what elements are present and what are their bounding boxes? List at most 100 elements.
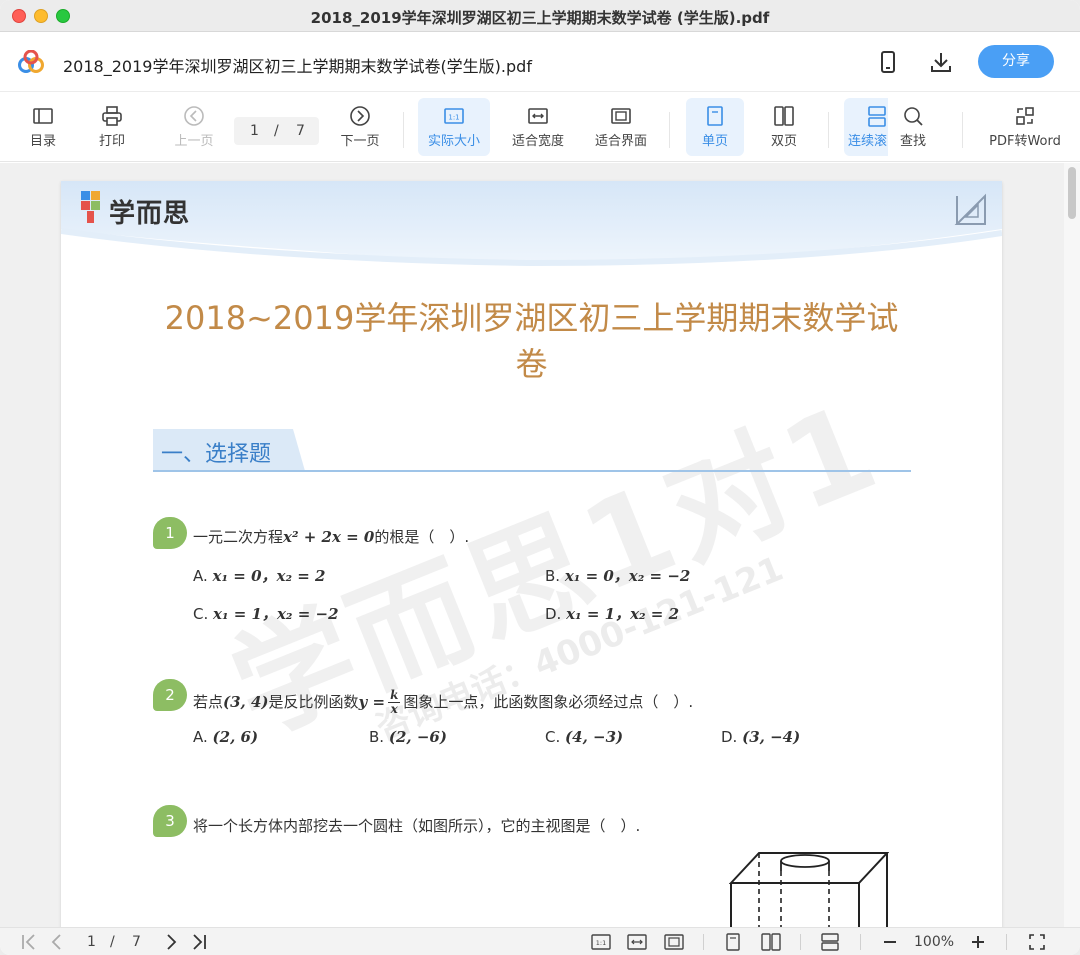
page-separator: / [274,123,279,139]
q2-option-a: A. (2, 6) [193,728,258,746]
prev-page-label: 上一页 [174,134,214,149]
zoom-in-icon[interactable] [968,932,988,952]
q2-text-pre: 若点 [193,693,224,711]
page-banner [61,181,1002,267]
question-number: 3 [153,805,187,837]
fit-page-icon[interactable] [663,932,685,952]
next-page-label: 下一页 [340,134,380,149]
share-button[interactable]: 分享 [978,45,1054,78]
q2-fraction: kx [388,688,401,716]
double-page-button[interactable]: 双页 [756,98,812,156]
option-label: B. [369,728,385,746]
fit-page-button[interactable]: 适合界面 [585,98,657,156]
vertical-scrollbar[interactable] [1064,163,1080,927]
page-total: 7 [296,123,305,139]
continuous-scroll-icon[interactable] [819,932,841,952]
bottom-divider [800,934,801,950]
continuous-scroll-button[interactable]: 连续滚 [844,98,888,156]
next-page-icon[interactable] [162,932,180,952]
double-page-icon[interactable] [760,932,782,952]
option-label: C. [545,728,561,746]
continuous-scroll-label: 连续滚 [848,134,888,149]
print-label: 打印 [98,134,125,149]
search-icon [904,107,923,126]
chevron-left-circle-icon [184,106,204,126]
first-page-icon[interactable] [20,932,38,952]
toc-label: 目录 [29,134,56,149]
heading-line-2: 卷 [515,345,548,383]
double-page-icon [774,106,794,126]
toc-button[interactable]: 目录 [18,98,68,156]
bottom-divider [703,934,704,950]
next-page-button[interactable]: 下一页 [333,98,387,156]
actual-size-button[interactable]: 1:1 实际大小 [418,98,490,156]
option-value: (4, −3) [565,728,624,746]
convert-icon [1016,107,1034,125]
find-button[interactable]: 查找 [888,98,938,156]
single-page-icon [707,106,723,126]
pdf-viewer-window: 2018_2019学年深圳罗湖区初三上学期期末数学试卷 (学生版).pdf 20… [0,0,1080,955]
pdf-page: 学而思 学而思1对1 咨询电话：4000-121-121 2018~2019学年… [61,181,1002,927]
double-page-label: 双页 [770,134,797,149]
fraction-denominator: x [390,702,398,716]
fit-width-button[interactable]: 适合宽度 [502,98,574,156]
last-page-icon[interactable] [190,932,208,952]
print-button[interactable]: 打印 [87,98,137,156]
q1-option-b: B. x₁ = 0，x₂ = −2 [545,565,690,586]
app-logo-icon [18,50,44,73]
single-page-icon[interactable] [723,932,743,952]
download-icon[interactable] [929,50,953,74]
zoom-level[interactable]: 100% [914,934,954,950]
option-label: D. [545,605,562,623]
fullscreen-icon[interactable] [1027,932,1047,952]
document-heading: 2018~2019学年深圳罗湖区初三上学期期末数学试 卷 [161,295,902,387]
document-viewport[interactable]: 学而思 学而思1对1 咨询电话：4000-121-121 2018~2019学年… [0,163,1080,927]
scrollbar-thumb[interactable] [1068,167,1076,219]
q2-text-post: 图象上一点，此函数图象必须经过点（ ）. [403,693,694,711]
option-label: D. [721,728,738,746]
question-number: 2 [153,679,187,711]
mobile-phone-icon[interactable] [876,50,900,74]
q2-function: y = [358,693,386,711]
option-label: A. [193,567,208,585]
document-title: 2018_2019学年深圳罗湖区初三上学期期末数学试卷(学生版).pdf [63,57,532,76]
zoom-out-icon[interactable] [880,932,900,952]
bottom-page-current[interactable]: 1 [87,934,96,950]
option-value: (2, −6) [388,728,447,746]
q1-option-d: D. x₁ = 1，x₂ = 2 [545,603,679,624]
bottom-page-separator: / [110,934,115,950]
option-value: x₁ = 0，x₂ = −2 [564,567,691,585]
fit-width-icon[interactable] [626,932,648,952]
prev-page-icon[interactable] [48,932,66,952]
actual-size-icon: 1:1 [444,108,464,124]
question-number: 1 [153,517,187,549]
window-title: 2018_2019学年深圳罗湖区初三上学期期末数学试卷 (学生版).pdf [310,9,770,27]
pdf-to-word-button[interactable]: PDF转Word [982,98,1068,156]
option-value: (3, −4) [742,728,801,746]
actual-size-icon[interactable]: 1:1 [590,932,612,952]
question-3-text: 将一个长方体内部挖去一个圆柱（如图所示），它的主视图是（ ）. [193,817,641,835]
bottom-page-total: 7 [132,934,141,950]
svg-text:1:1: 1:1 [596,939,606,947]
fraction-numerator: k [388,688,401,703]
toolbar-divider [828,112,829,148]
prev-page-button[interactable]: 上一页 [166,98,222,156]
q1-option-c: C. x₁ = 1，x₂ = −2 [193,603,339,624]
document-header: 2018_2019学年深圳罗湖区初三上学期期末数学试卷(学生版).pdf 分享 [0,32,1080,92]
fit-page-icon [611,108,631,124]
q2-option-c: C. (4, −3) [545,728,623,746]
cuboid-cylinder-figure [729,852,889,927]
bottom-status-bar: 1 / 7 1:1 100% [0,927,1080,955]
page-number-field[interactable]: 1 / 7 [234,117,319,145]
find-label: 查找 [899,134,926,149]
ruler-triangle-icon [954,193,986,225]
continuous-scroll-icon [868,106,886,127]
fit-width-label: 适合宽度 [511,134,564,149]
heading-line-1: 2018~2019学年深圳罗湖区初三上学期期末数学试 [164,299,899,337]
single-page-button[interactable]: 单页 [686,98,744,156]
chevron-right-circle-icon [350,106,370,126]
option-value: (2, 6) [212,728,259,746]
printer-icon [102,106,122,126]
question-2-text: 若点(3, 4)是反比例函数y = k x 图象上一点，此函数图象必须经过点（ ）. [193,689,693,716]
toolbar-divider [962,112,963,148]
